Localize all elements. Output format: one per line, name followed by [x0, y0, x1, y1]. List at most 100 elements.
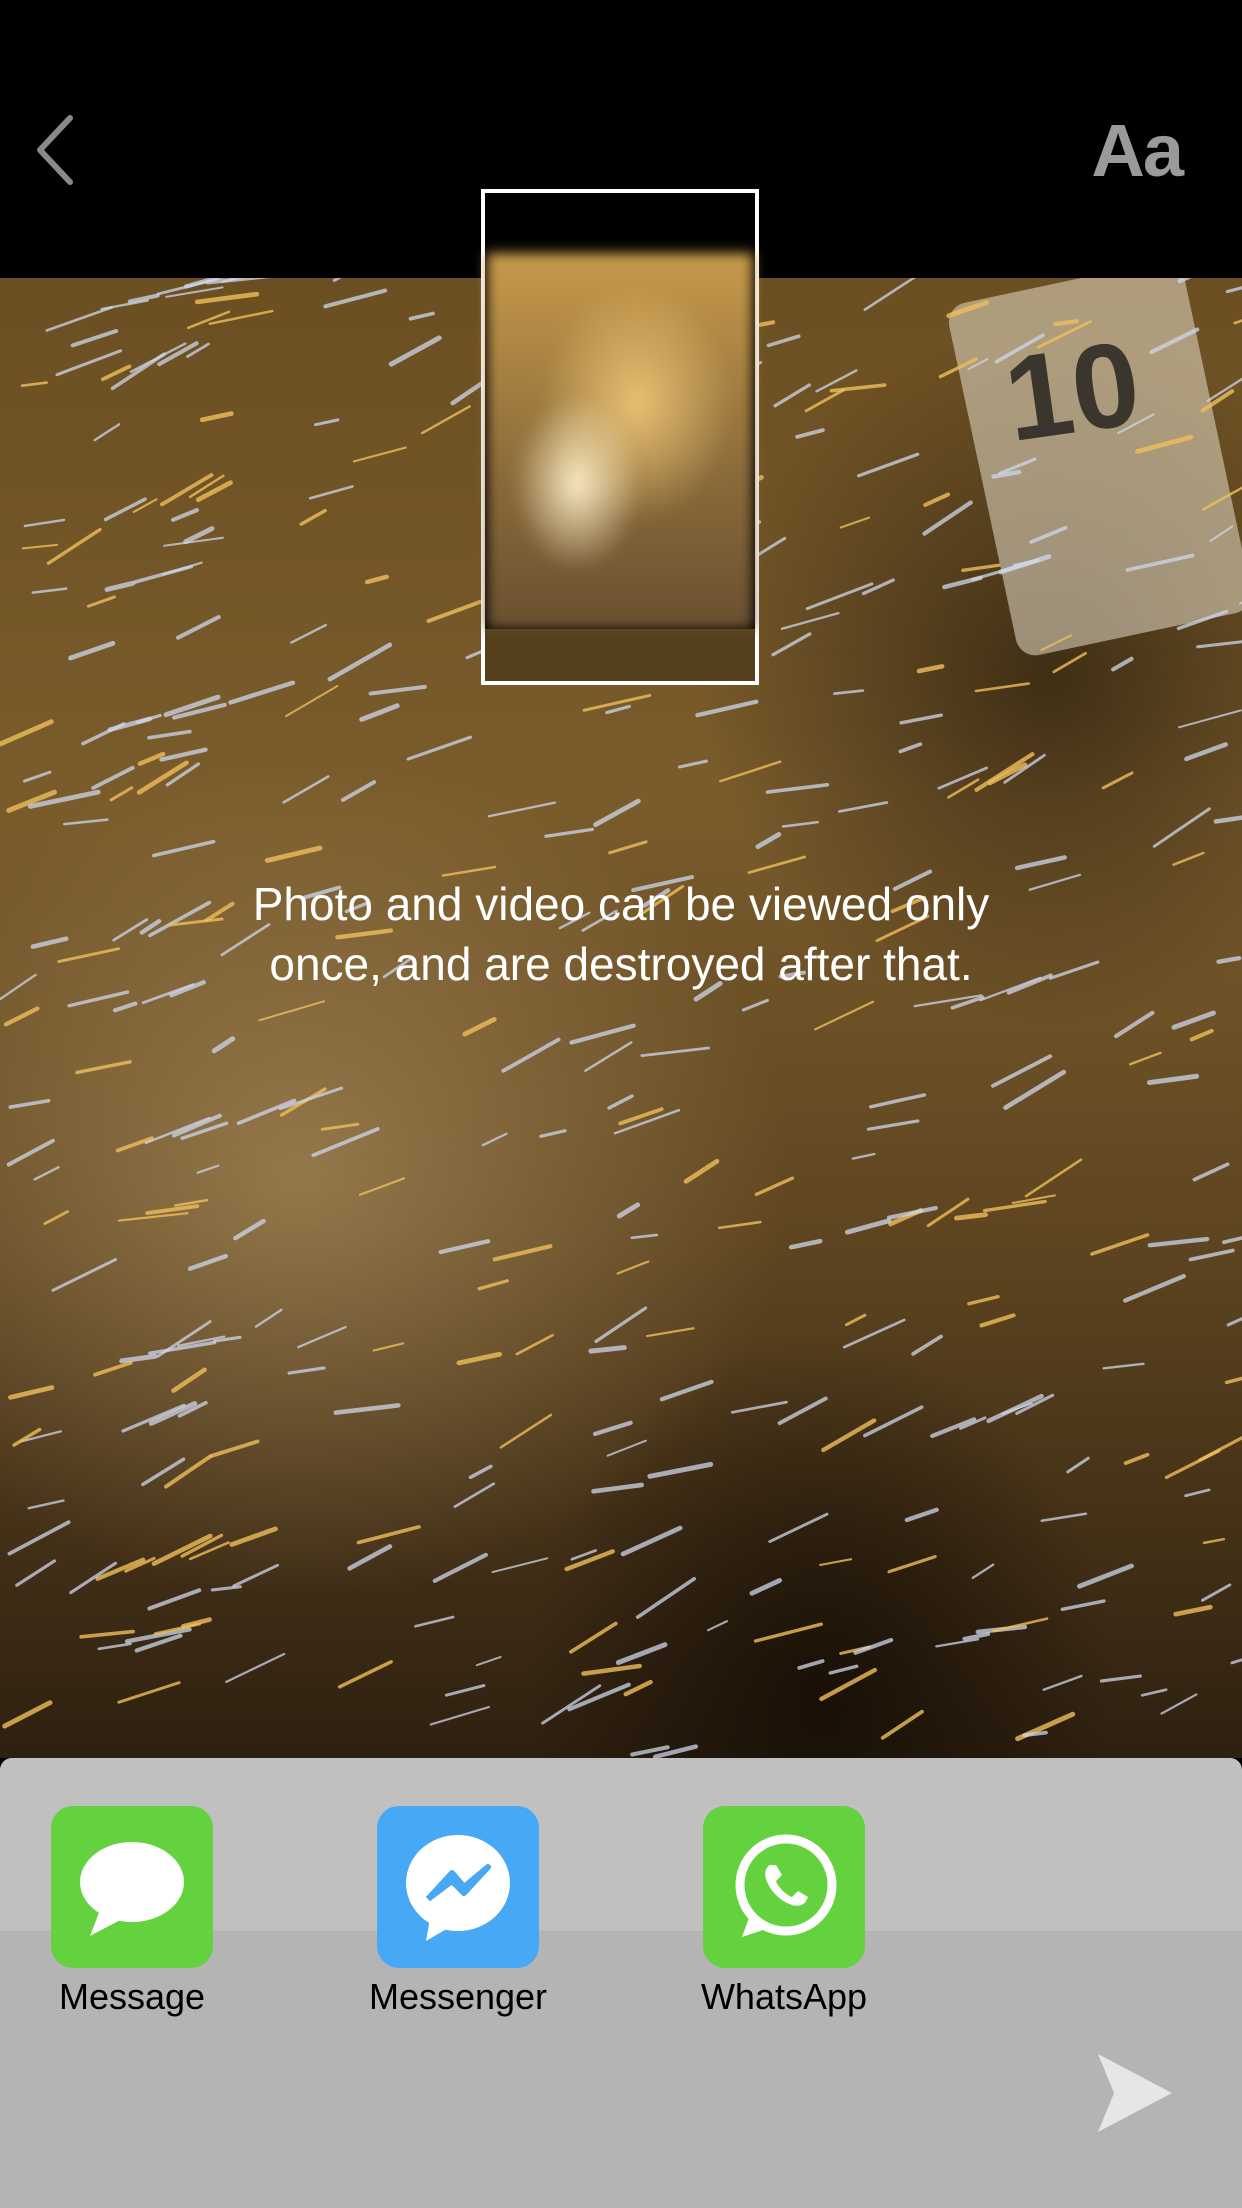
spark-streak: [97, 1642, 132, 1651]
spark-streak: [119, 1353, 158, 1364]
spark-streak: [515, 1333, 554, 1356]
spark-streak: [121, 1403, 186, 1433]
spark-streak: [327, 642, 393, 682]
spark-streak: [264, 845, 323, 863]
media-thumbnail[interactable]: [481, 189, 759, 685]
speech-bubble-icon: [51, 1806, 213, 1968]
spark-streak: [8, 1385, 55, 1400]
spark-streak: [162, 561, 203, 576]
spark-streak: [863, 278, 916, 311]
spark-streak: [581, 1663, 642, 1676]
share-whatsapp-button[interactable]: WhatsApp: [694, 1806, 874, 2018]
spark-streak: [718, 760, 782, 783]
spark-streak: [160, 473, 214, 507]
spark-streak: [51, 1258, 118, 1292]
spark-streak: [608, 840, 648, 855]
spark-streak: [683, 1158, 720, 1184]
spark-streak: [788, 1238, 823, 1250]
spark-streak: [187, 1253, 228, 1271]
spark-streak: [1066, 1456, 1090, 1474]
spark-streak: [21, 543, 59, 550]
font-style-button[interactable]: Aa: [1091, 108, 1184, 193]
spark-streak: [967, 1294, 1000, 1306]
spark-streak: [27, 1499, 65, 1510]
back-button[interactable]: [28, 110, 88, 190]
spark-streak: [1101, 771, 1134, 790]
spark-streak: [771, 632, 812, 657]
spark-streak: [414, 1615, 455, 1628]
spark-streak: [819, 1558, 853, 1567]
spark-streak: [853, 1637, 894, 1655]
spark-streak: [706, 1620, 729, 1632]
spark-streak: [593, 798, 641, 828]
spark-streak: [582, 693, 652, 712]
spark-streak: [341, 780, 377, 802]
spark-streak: [804, 388, 846, 413]
spark-streak: [406, 735, 472, 761]
spark-streak: [1222, 1236, 1242, 1245]
spark-streak: [887, 1554, 937, 1574]
spark-streak: [911, 1334, 943, 1356]
spark-streak: [1198, 1435, 1242, 1462]
spark-streak: [1177, 709, 1242, 729]
spark-streak: [765, 783, 830, 794]
spark-streak: [233, 1218, 266, 1241]
spark-streak: [961, 563, 1001, 572]
spark-streak: [75, 1060, 132, 1075]
spark-streak: [647, 1461, 714, 1479]
spark-streak: [937, 766, 989, 790]
spark-streak: [477, 1279, 509, 1291]
spark-streak: [620, 1525, 683, 1557]
share-messenger-button[interactable]: Messenger: [368, 1806, 548, 2018]
spark-streak: [429, 1705, 490, 1726]
spark-streak: [210, 1585, 242, 1592]
spark-streak: [1029, 525, 1068, 544]
chevron-left-icon: [37, 115, 73, 185]
spark-streak: [408, 311, 435, 321]
spark-streak: [717, 1220, 762, 1230]
spark-streak: [1233, 319, 1242, 325]
spark-streak: [368, 684, 427, 696]
spark-streak: [607, 1094, 634, 1110]
spark-streak: [0, 973, 37, 1001]
spark-streak: [1213, 815, 1242, 824]
spark-streak: [741, 998, 769, 1012]
spark-streak: [851, 1152, 876, 1160]
spark-streak: [1117, 413, 1155, 435]
share-message-button[interactable]: Message: [42, 1806, 222, 2018]
spark-streak: [659, 1379, 714, 1402]
spark-streak: [481, 1132, 508, 1147]
spark-streak: [30, 936, 69, 949]
spark-streak: [591, 1482, 645, 1494]
spark-streak: [171, 1367, 207, 1393]
spark-streak: [287, 1366, 326, 1375]
spark-streak: [994, 333, 1045, 364]
spark-streak: [492, 1244, 553, 1262]
spark-streak: [1171, 1010, 1216, 1030]
spark-streak: [356, 1525, 421, 1545]
spark-streak: [323, 288, 388, 309]
spark-streak: [112, 918, 149, 942]
spark-streak: [333, 1403, 401, 1415]
spark-streak: [81, 722, 126, 746]
spark-streak: [588, 1345, 627, 1354]
spark-streak: [15, 1559, 57, 1587]
spark-streak: [290, 623, 327, 644]
spark-streak: [152, 839, 216, 858]
spark-streak: [196, 1164, 220, 1174]
spark-streak: [594, 1306, 648, 1343]
spark-streak: [842, 1318, 906, 1349]
spark-streak: [352, 446, 407, 463]
spark-streak: [112, 1001, 138, 1013]
spark-streak: [86, 595, 116, 608]
spark-streak: [954, 1212, 989, 1221]
spark-streak: [1226, 1317, 1242, 1327]
spark-streak: [109, 786, 134, 802]
spark-streak: [747, 855, 807, 874]
spark-streak: [175, 614, 221, 640]
spark-streak: [1014, 855, 1067, 871]
spark-streak: [70, 328, 119, 348]
spark-streak: [1184, 1488, 1211, 1498]
spark-streak: [1173, 1604, 1213, 1617]
send-button[interactable]: [1092, 2048, 1176, 2138]
